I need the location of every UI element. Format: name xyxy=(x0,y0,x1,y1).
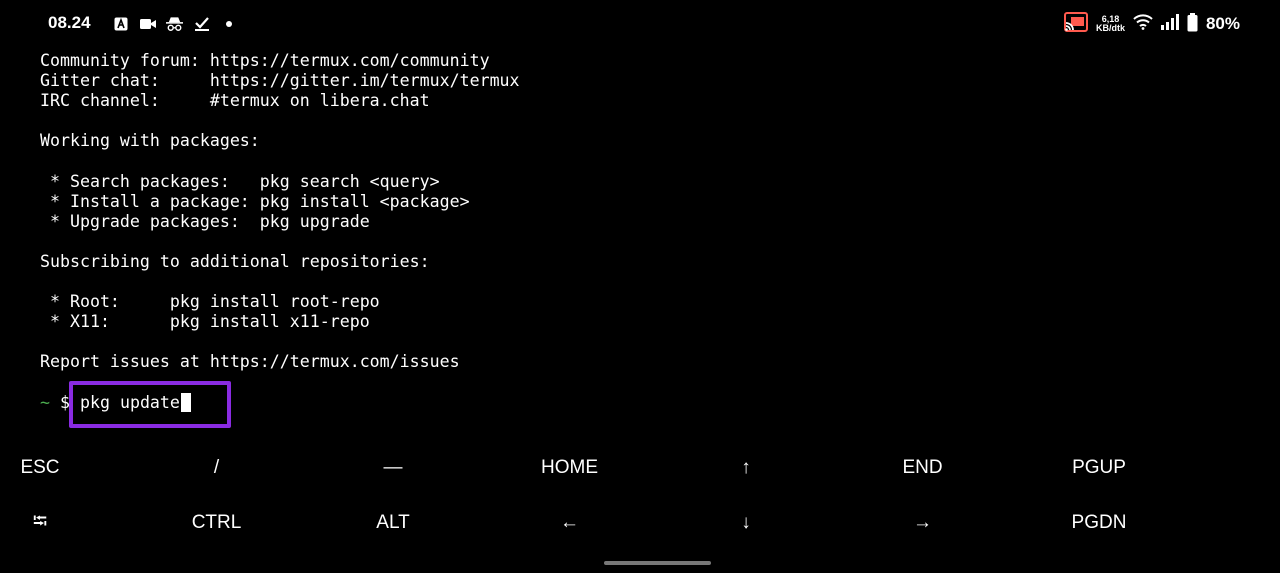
command-prompt[interactable]: ~ $ pkg update xyxy=(40,393,1260,413)
terminal-line: * Root: pkg install root-repo xyxy=(40,292,380,312)
clock: 08.24 xyxy=(48,13,91,32)
arrow-right-key[interactable]: → xyxy=(835,495,1011,550)
home-key[interactable]: HOME xyxy=(482,440,658,495)
wifi-icon xyxy=(1133,14,1153,34)
dot-icon xyxy=(220,15,237,33)
end-key[interactable]: END xyxy=(835,440,1011,495)
terminal-line: IRC channel: #termux on libera.chat xyxy=(40,91,430,111)
arrow-left-key[interactable]: ← xyxy=(482,495,658,550)
terminal-line: Report issues at https://termux.com/issu… xyxy=(40,352,460,372)
arrow-down-key[interactable]: ↓ xyxy=(658,495,834,550)
incognito-icon xyxy=(166,15,183,33)
video-camera-icon xyxy=(139,15,156,33)
system-icons: 6,18 KB/dtk 80% xyxy=(1063,12,1240,36)
pgdn-key[interactable]: PGDN xyxy=(1011,495,1187,550)
terminal-line: * Search packages: pkg search <query> xyxy=(40,171,440,191)
net-speed-unit: KB/dtk xyxy=(1095,23,1125,33)
tab-key[interactable]: ⭾ xyxy=(0,495,128,550)
cast-icon xyxy=(1063,12,1088,36)
battery-icon xyxy=(1187,12,1198,36)
terminal-line: * Install a package: pkg install <packag… xyxy=(40,191,470,211)
terminal-output[interactable]: Community forum: https://termux.com/comm… xyxy=(40,51,1260,413)
extra-keys-row-1: ESC / — HOME ↑ END PGUP xyxy=(20,440,1276,495)
esc-key[interactable]: ESC xyxy=(0,440,128,495)
terminal-line: Subscribing to additional repositories: xyxy=(40,251,430,271)
gesture-nav-bar[interactable] xyxy=(604,561,711,565)
terminal-line: Working with packages: xyxy=(40,131,260,151)
extra-keys-bar: ESC / — HOME ↑ END PGUP ⭾ CTRL ALT ← ↓ →… xyxy=(20,440,1276,550)
terminal-line: Gitter chat: https://gitter.im/termux/te… xyxy=(40,71,520,91)
battery-percentage: 80% xyxy=(1205,14,1240,33)
terminal-line: * X11: pkg install x11-repo xyxy=(40,312,370,332)
alt-key[interactable]: ALT xyxy=(305,495,481,550)
prompt-tilde: ~ xyxy=(40,392,50,412)
ctrl-key[interactable]: CTRL xyxy=(129,495,305,550)
notification-icons xyxy=(112,14,237,34)
a-box-icon xyxy=(112,15,129,33)
network-speed: 6,18 KB/dtk xyxy=(1096,15,1125,33)
terminal-line: * Upgrade packages: pkg upgrade xyxy=(40,211,370,231)
dash-key[interactable]: — xyxy=(305,440,481,495)
status-bar: 08.24 6,18 KB/dtk 80% xyxy=(0,0,1280,48)
command-input[interactable]: pkg update xyxy=(80,393,180,413)
arrow-up-key[interactable]: ↑ xyxy=(658,440,834,495)
check-list-icon xyxy=(193,15,210,33)
text-cursor xyxy=(180,393,191,413)
terminal-line: Community forum: https://termux.com/comm… xyxy=(40,51,490,70)
pgup-key[interactable]: PGUP xyxy=(1011,440,1187,495)
prompt-symbol: $ xyxy=(60,392,70,412)
slash-key[interactable]: / xyxy=(129,440,305,495)
signal-icon xyxy=(1160,14,1179,34)
extra-keys-row-2: ⭾ CTRL ALT ← ↓ → PGDN xyxy=(33,495,1276,550)
